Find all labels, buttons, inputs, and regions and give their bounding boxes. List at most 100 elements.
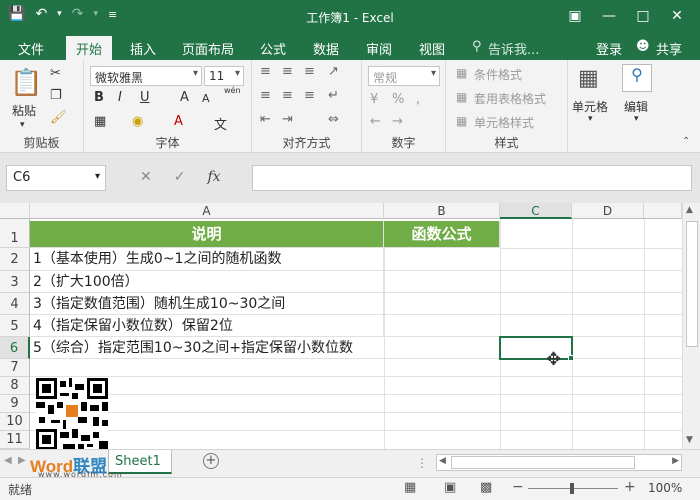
top-align-icon[interactable]: ≡ [260,64,271,79]
cell-a3[interactable]: 2（扩大100倍） [30,271,384,293]
column-header-d[interactable]: D [572,203,644,219]
comma-icon[interactable]: , [416,92,420,107]
font-size-combo[interactable]: 11 ▾ [204,66,244,86]
zoom-out-icon[interactable]: − [512,479,524,495]
select-all-corner[interactable] [0,203,30,219]
tab-page-layout[interactable]: 页面布局 [182,39,234,58]
row-header[interactable]: 10 [0,413,30,431]
zoom-slider-thumb[interactable] [570,483,574,494]
cells-label[interactable]: 单元格 [572,98,608,115]
tab-file[interactable]: 文件 [18,39,44,58]
row-header[interactable]: 2 [0,248,30,271]
ribbon-display-icon[interactable]: ▣ [558,4,592,28]
paste-label[interactable]: 粘贴 [12,102,36,119]
page-break-view-icon[interactable]: ▩ [480,480,492,495]
editing-label[interactable]: 编辑 [624,98,648,115]
vertical-scrollbar[interactable]: ▲ ▼ [682,203,700,449]
sheet-nav-prev-icon[interactable]: ◀ [4,455,12,466]
cell-b1[interactable]: 函数公式 [384,221,500,248]
maximize-icon[interactable]: □ [626,4,660,28]
wrap-text-icon[interactable]: ↵ [328,88,339,103]
cell-a4[interactable]: 3（指定数值范围）随机生成10~30之间 [30,293,384,315]
copy-icon[interactable]: ❐ [50,88,62,103]
grow-font-button[interactable]: A [180,90,189,105]
column-header-e[interactable] [644,203,682,219]
collapse-ribbon-icon[interactable]: ⌃ [682,136,690,147]
zoom-in-icon[interactable]: + [624,479,636,495]
login-link[interactable]: 登录 [596,39,622,58]
bold-button[interactable]: B [94,90,104,105]
tab-formulas[interactable]: 公式 [260,39,286,58]
scroll-down-icon[interactable]: ▼ [686,435,693,445]
row-header[interactable]: 7 [0,359,30,377]
align-left-icon[interactable]: ≡ [260,88,271,103]
tab-review[interactable]: 审阅 [366,39,392,58]
row-header[interactable]: 8 [0,377,30,395]
cell-a5[interactable]: 4（指定保留小数位数）保留2位 [30,315,384,337]
middle-align-icon[interactable]: ≡ [282,64,293,79]
chevron-down-icon[interactable]: ▾ [20,120,25,130]
formula-input[interactable] [252,165,692,191]
normal-view-icon[interactable]: ▦ [404,480,416,495]
orientation-icon[interactable]: ↗ [328,64,339,79]
underline-button[interactable]: U [140,90,150,105]
column-header-a[interactable]: A [30,203,384,219]
font-name-combo[interactable]: 微软雅黑 ▾ [90,66,202,86]
align-right-icon[interactable]: ≡ [304,88,315,103]
vertical-scroll-thumb[interactable] [686,221,698,347]
add-sheet-button[interactable]: + [203,453,219,469]
scroll-left-icon[interactable]: ◀ [439,456,446,466]
chevron-down-icon[interactable]: ▾ [634,114,639,124]
percent-icon[interactable]: % [392,92,404,107]
zoom-level[interactable]: 100% [648,481,682,495]
fill-color-icon[interactable]: ◉ [132,114,143,129]
italic-button[interactable]: I [118,90,122,105]
row-header[interactable]: 3 [0,271,30,293]
cell-styles-button[interactable]: 单元格样式 [474,114,534,131]
row-header[interactable]: 4 [0,293,30,315]
increase-indent-icon[interactable]: ⇥ [282,112,293,127]
tab-home[interactable]: 开始 [66,36,113,60]
splitter-icon[interactable]: ⋮ [416,456,428,470]
column-header-b[interactable]: B [384,203,500,219]
scroll-up-icon[interactable]: ▲ [686,205,693,215]
insert-function-button[interactable]: fx [207,169,220,185]
cells-icon[interactable]: ▦ [578,66,599,91]
format-painter-icon[interactable]: 🖌 [50,110,67,125]
paste-icon[interactable]: 📋 [10,68,42,98]
shrink-font-button[interactable]: A [202,92,210,105]
scroll-right-icon[interactable]: ▶ [672,456,679,466]
horizontal-scroll-thumb[interactable] [451,456,635,469]
minimize-icon[interactable]: — [592,4,626,28]
font-color-icon[interactable]: A [174,114,183,129]
name-box[interactable]: C6 ▾ [6,165,106,191]
sheet-nav-next-icon[interactable]: ▶ [18,455,26,466]
cut-icon[interactable]: ✂ [50,66,61,81]
decrease-indent-icon[interactable]: ⇤ [260,112,271,127]
conditional-format-button[interactable]: 条件格式 [474,66,522,83]
chevron-down-icon[interactable]: ▾ [588,114,593,124]
format-as-table-button[interactable]: 套用表格格式 [474,90,546,107]
row-header[interactable]: 6 [0,337,30,359]
close-icon[interactable]: ✕ [660,4,694,28]
selected-cell-c6[interactable] [499,336,573,360]
tell-me-search[interactable]: 告诉我... [488,39,539,58]
cell-a2[interactable]: 1（基本使用）生成0~1之间的随机函数 [30,248,384,271]
horizontal-scrollbar[interactable]: ◀ ▶ [436,454,682,471]
search-icon[interactable]: ⚲ [622,64,652,92]
page-layout-view-icon[interactable]: ▣ [444,480,456,495]
share-button[interactable]: 共享 [656,39,682,58]
cancel-icon[interactable]: ✕ [140,169,152,185]
currency-icon[interactable]: ¥ [370,92,378,107]
row-header[interactable]: 11 [0,431,30,449]
bottom-align-icon[interactable]: ≡ [304,64,315,79]
cell-a1[interactable]: 说明 [30,221,384,248]
tab-view[interactable]: 视图 [419,39,445,58]
enter-icon[interactable]: ✓ [174,169,186,185]
merge-center-icon[interactable]: ⇔ [328,112,339,127]
row-header[interactable]: 9 [0,395,30,413]
phonetic-icon[interactable]: 文 [214,114,227,133]
fill-handle[interactable] [568,355,574,361]
column-header-c[interactable]: C [500,203,572,219]
tab-insert[interactable]: 插入 [130,39,156,58]
